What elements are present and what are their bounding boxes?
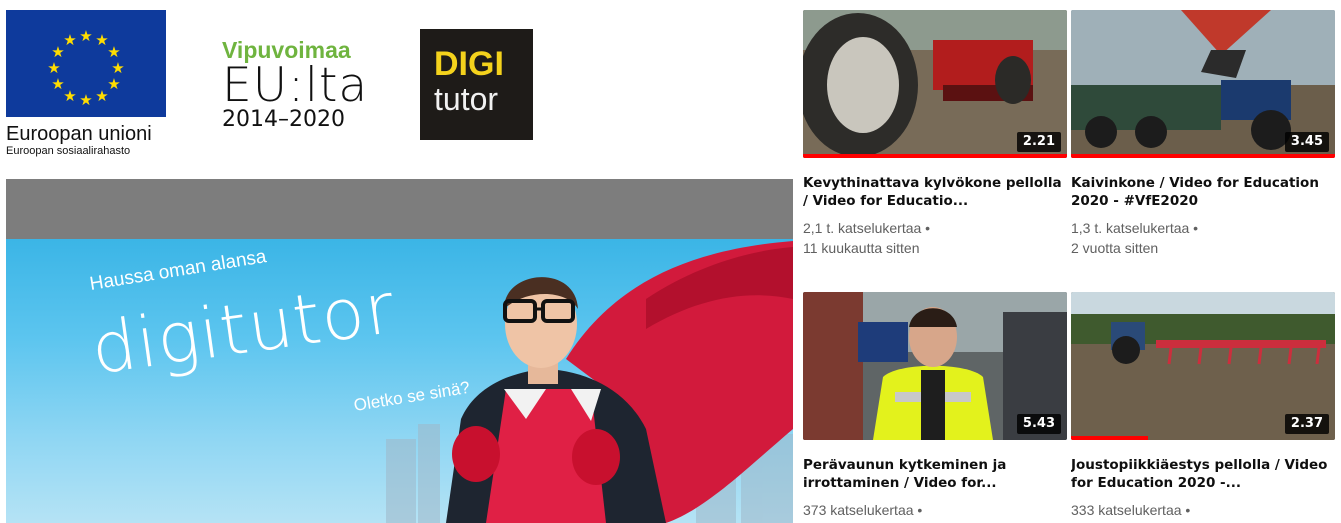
video-meta: 333 katselukertaa • [1071, 500, 1335, 520]
eulta-text: EU:lta [222, 58, 369, 113]
video-meta: 2,1 t. katselukertaa • 11 kuukautta sitt… [803, 218, 1067, 258]
eu-logo: ★ ★ ★ ★ ★ ★ ★ ★ ★ ★ ★ ★ Euroopan unioni … [6, 10, 176, 158]
video-views: 373 katselukertaa • [803, 502, 923, 518]
video-views: 2,1 t. katselukertaa • [803, 220, 931, 236]
video-duration: 2.21 [1016, 132, 1061, 152]
video-duration: 2.37 [1284, 414, 1329, 434]
video-views: 1,3 t. katselukertaa • [1071, 220, 1199, 236]
eu-flag-icon: ★ ★ ★ ★ ★ ★ ★ ★ ★ ★ ★ ★ [6, 10, 166, 117]
video-card[interactable]: 5.43 Perävaunun kytkeminen ja irrottamin… [803, 292, 1067, 520]
watch-progress-bar [1071, 436, 1148, 440]
svg-text:★: ★ [95, 87, 108, 105]
video-card[interactable]: 3.45 Kaivinkone / Video for Education 20… [1071, 10, 1335, 258]
digi-text: DIGI [434, 45, 504, 83]
video-age: 11 kuukautta sitten [803, 240, 920, 256]
svg-text:★: ★ [47, 59, 60, 77]
watch-progress-bar [1071, 154, 1335, 158]
vipuvoimaa-logo: Vipuvoimaa EU:lta 2014–2020 [222, 37, 372, 131]
svg-text:★: ★ [79, 27, 92, 45]
video-thumbnail[interactable]: 3.45 [1071, 10, 1335, 158]
eu-name-text: Euroopan unioni [6, 123, 152, 145]
video-card[interactable]: 2.37 Joustopiikkiäestys pellolla / Video… [1071, 292, 1335, 520]
video-views: 333 katselukertaa • [1071, 502, 1191, 518]
tutor-text: tutor [434, 81, 499, 117]
watch-progress-bar [803, 154, 1067, 158]
svg-text:★: ★ [107, 75, 120, 93]
video-title[interactable]: Joustopiikkiäestys pellolla / Video for … [1071, 456, 1335, 492]
video-title[interactable]: Perävaunun kytkeminen ja irrottaminen / … [803, 456, 1067, 492]
video-thumbnail[interactable]: 2.21 [803, 10, 1067, 158]
video-duration: 5.43 [1016, 414, 1061, 434]
video-thumbnail[interactable]: 2.37 [1071, 292, 1335, 440]
video-age: 2 vuotta sitten [1071, 240, 1159, 256]
video-card[interactable]: 2.21 Kevythinattava kylvökone pellolla /… [803, 10, 1067, 258]
digitutor-banner: Haussa oman alansa digitutor Oletko se s… [6, 239, 793, 523]
svg-text:★: ★ [79, 91, 92, 109]
eu-fund-text: Euroopan sosiaalirahasto [6, 145, 131, 157]
video-duration: 3.45 [1284, 132, 1329, 152]
video-thumbnail[interactable]: 5.43 [803, 292, 1067, 440]
svg-text:★: ★ [51, 75, 64, 93]
video-meta: 373 katselukertaa • [803, 500, 1067, 520]
video-title[interactable]: Kaivinkone / Video for Education 2020 - … [1071, 174, 1335, 210]
video-meta: 1,3 t. katselukertaa • 2 vuotta sitten [1071, 218, 1335, 258]
video-title[interactable]: Kevythinattava kylvökone pellolla / Vide… [803, 174, 1067, 210]
digitutor-logo: DIGI tutor [420, 29, 533, 140]
svg-text:★: ★ [63, 31, 76, 49]
svg-text:★: ★ [63, 87, 76, 105]
